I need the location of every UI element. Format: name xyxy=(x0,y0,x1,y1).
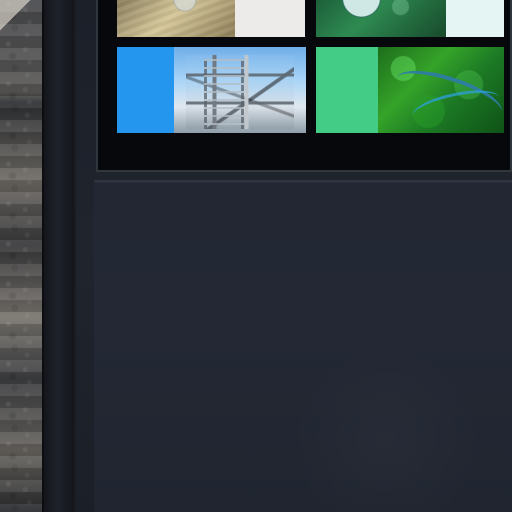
lower-panel xyxy=(94,180,512,512)
tile-top-left[interactable] xyxy=(117,0,305,37)
forest-river-photo-icon xyxy=(378,47,504,133)
landscape-photo-icon xyxy=(117,0,235,37)
tile-top-right-side-panel xyxy=(446,0,504,37)
left-decorative-wall xyxy=(0,0,42,512)
industrial-accent-panel xyxy=(117,47,174,133)
tile-industrial[interactable] xyxy=(117,47,306,133)
vertical-beam xyxy=(42,0,76,512)
tile-top-right[interactable] xyxy=(316,0,504,37)
aerial-photo-icon xyxy=(316,0,446,37)
tile-top-left-side-panel xyxy=(235,0,305,37)
industrial-photo-icon xyxy=(174,47,306,133)
tile-forest[interactable] xyxy=(316,47,504,133)
forest-accent-panel xyxy=(316,47,378,133)
ui-scene xyxy=(0,0,512,512)
